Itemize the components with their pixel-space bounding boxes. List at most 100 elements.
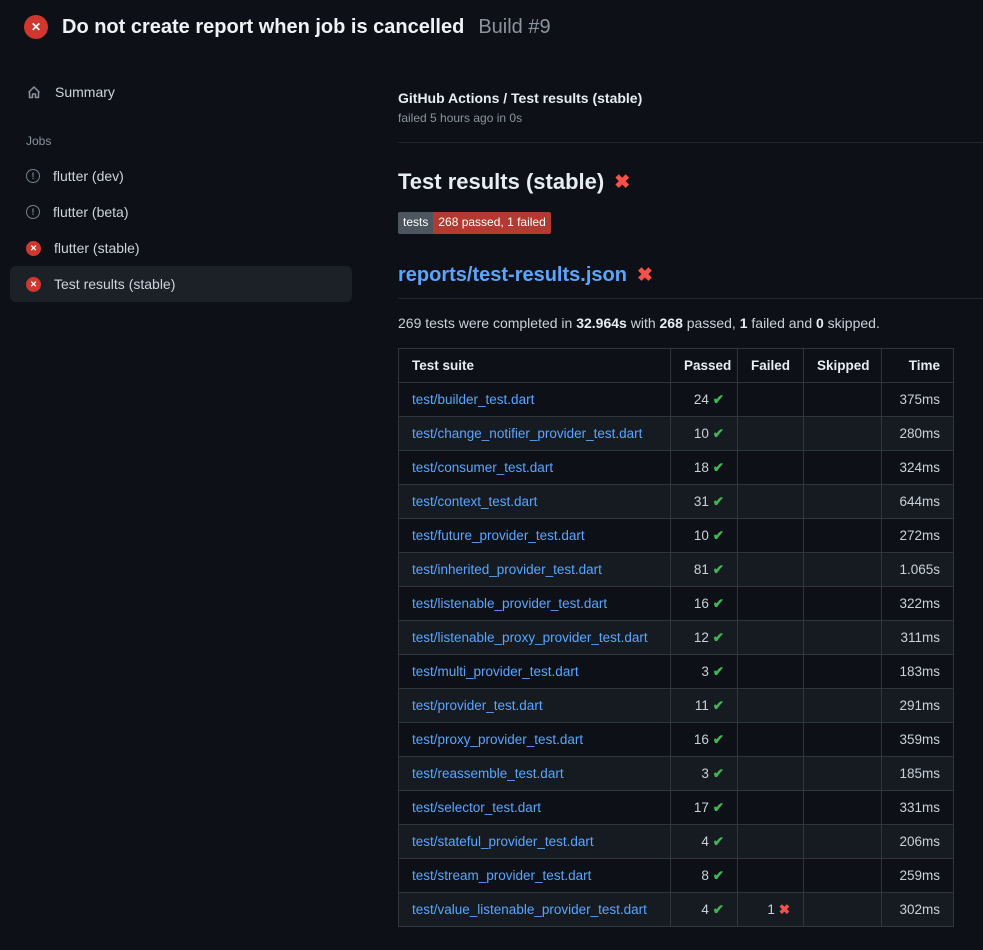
check-icon: ✔ [713,596,724,611]
summary-number: 32.964s [576,315,627,331]
results-table-body: test/builder_test.dart24 ✔375mstest/chan… [399,382,954,926]
skipped-cell [804,518,882,552]
passed-cell: 8 ✔ [671,858,738,892]
time-cell: 291ms [882,688,954,722]
summary-line: 269 tests were completed in 32.964s with… [398,315,983,331]
table-row: test/stream_provider_test.dart8 ✔259ms [399,858,954,892]
failed-cell [738,586,804,620]
check-icon: ✔ [713,766,724,781]
table-row: test/reassemble_test.dart3 ✔185ms [399,756,954,790]
count-value: 17 [694,800,713,815]
suite-cell: test/listenable_proxy_provider_test.dart [399,620,671,654]
suite-link[interactable]: test/provider_test.dart [412,698,543,713]
check-icon: ✔ [713,426,724,441]
breadcrumb: GitHub Actions / Test results (stable) [398,90,983,106]
job-label: Test results (stable) [54,276,175,292]
failed-cell [738,858,804,892]
suite-link[interactable]: test/proxy_provider_test.dart [412,732,583,747]
time-cell: 280ms [882,416,954,450]
x-icon: ✖ [779,902,790,917]
col-time: Time [882,348,954,382]
summary-number: 1 [740,315,748,331]
skipped-cell [804,620,882,654]
summary-number: 0 [816,315,824,331]
passed-cell: 12 ✔ [671,620,738,654]
count-value: 16 [694,596,713,611]
check-title: Do not create report when job is cancell… [62,16,464,39]
suite-link[interactable]: test/multi_provider_test.dart [412,664,579,679]
time-cell: 206ms [882,824,954,858]
passed-cell: 16 ✔ [671,586,738,620]
sidebar-item-summary[interactable]: Summary [10,74,352,110]
suite-link[interactable]: test/reassemble_test.dart [412,766,564,781]
suite-cell: test/future_provider_test.dart [399,518,671,552]
failed-cell [738,620,804,654]
suite-link[interactable]: test/stateful_provider_test.dart [412,834,594,849]
failed-cell [738,688,804,722]
passed-cell: 4 ✔ [671,892,738,926]
check-icon: ✔ [713,460,724,475]
passed-cell: 11 ✔ [671,688,738,722]
check-icon: ✔ [713,562,724,577]
sidebar-item-flutter-beta[interactable]: !flutter (beta) [10,194,352,230]
suite-link[interactable]: test/stream_provider_test.dart [412,868,591,883]
suite-link[interactable]: test/selector_test.dart [412,800,541,815]
count-value: 16 [694,732,713,747]
suite-cell: test/proxy_provider_test.dart [399,722,671,756]
suite-link[interactable]: test/listenable_provider_test.dart [412,596,607,611]
skipped-cell [804,484,882,518]
table-row: test/context_test.dart31 ✔644ms [399,484,954,518]
check-icon: ✔ [713,494,724,509]
failed-cell [738,552,804,586]
suite-link[interactable]: test/value_listenable_provider_test.dart [412,902,647,917]
count-value: 12 [694,630,713,645]
time-cell: 311ms [882,620,954,654]
skipped-cell [804,688,882,722]
count-value: 10 [694,426,713,441]
suite-cell: test/consumer_test.dart [399,450,671,484]
main-content: GitHub Actions / Test results (stable) f… [356,52,983,927]
time-cell: 1.065s [882,552,954,586]
x-circle-icon: ✕ [26,277,41,292]
check-icon: ✔ [713,392,724,407]
neutral-circle-icon: ! [26,169,40,183]
suite-cell: test/builder_test.dart [399,382,671,416]
skipped-cell [804,450,882,484]
suite-link[interactable]: test/future_provider_test.dart [412,528,585,543]
passed-cell: 10 ✔ [671,518,738,552]
check-icon: ✔ [713,630,724,645]
failed-x-icon: ✖ [614,173,630,192]
failed-cell [738,824,804,858]
table-row: test/change_notifier_provider_test.dart 1… [399,416,954,450]
suite-cell: test/stream_provider_test.dart [399,858,671,892]
skipped-cell [804,586,882,620]
passed-cell: 16 ✔ [671,722,738,756]
table-row: test/stateful_provider_test.dart4 ✔206ms [399,824,954,858]
report-link[interactable]: reports/test-results.json [398,264,627,287]
summary-text: failed and [748,315,817,331]
col-passed: Passed [671,348,738,382]
suite-link[interactable]: test/listenable_proxy_provider_test.dart [412,630,648,645]
time-cell: 359ms [882,722,954,756]
failed-x-circle-icon: ✕ [24,15,48,39]
skipped-cell [804,722,882,756]
count-value: 8 [701,868,712,883]
count-value: 10 [694,528,713,543]
skipped-cell [804,382,882,416]
suite-cell: test/context_test.dart [399,484,671,518]
sidebar-item-test-results-stable[interactable]: ✕ Test results (stable) [10,266,352,302]
skipped-cell [804,416,882,450]
suite-link[interactable]: test/builder_test.dart [412,392,534,407]
suite-link[interactable]: test/inherited_provider_test.dart [412,562,602,577]
suite-link[interactable]: test/context_test.dart [412,494,537,509]
sidebar-item-flutter-stable[interactable]: ✕flutter (stable) [10,230,352,266]
count-value: 4 [701,902,712,917]
neutral-circle-icon: ! [26,205,40,219]
suite-cell: test/change_notifier_provider_test.dart [399,416,671,450]
summary-text: with [627,315,660,331]
tests-badge: tests 268 passed, 1 failed [398,212,551,234]
table-row: test/multi_provider_test.dart3 ✔183ms [399,654,954,688]
suite-link[interactable]: test/change_notifier_provider_test.dart [412,426,642,441]
suite-link[interactable]: test/consumer_test.dart [412,460,553,475]
sidebar-item-flutter-dev[interactable]: !flutter (dev) [10,158,352,194]
